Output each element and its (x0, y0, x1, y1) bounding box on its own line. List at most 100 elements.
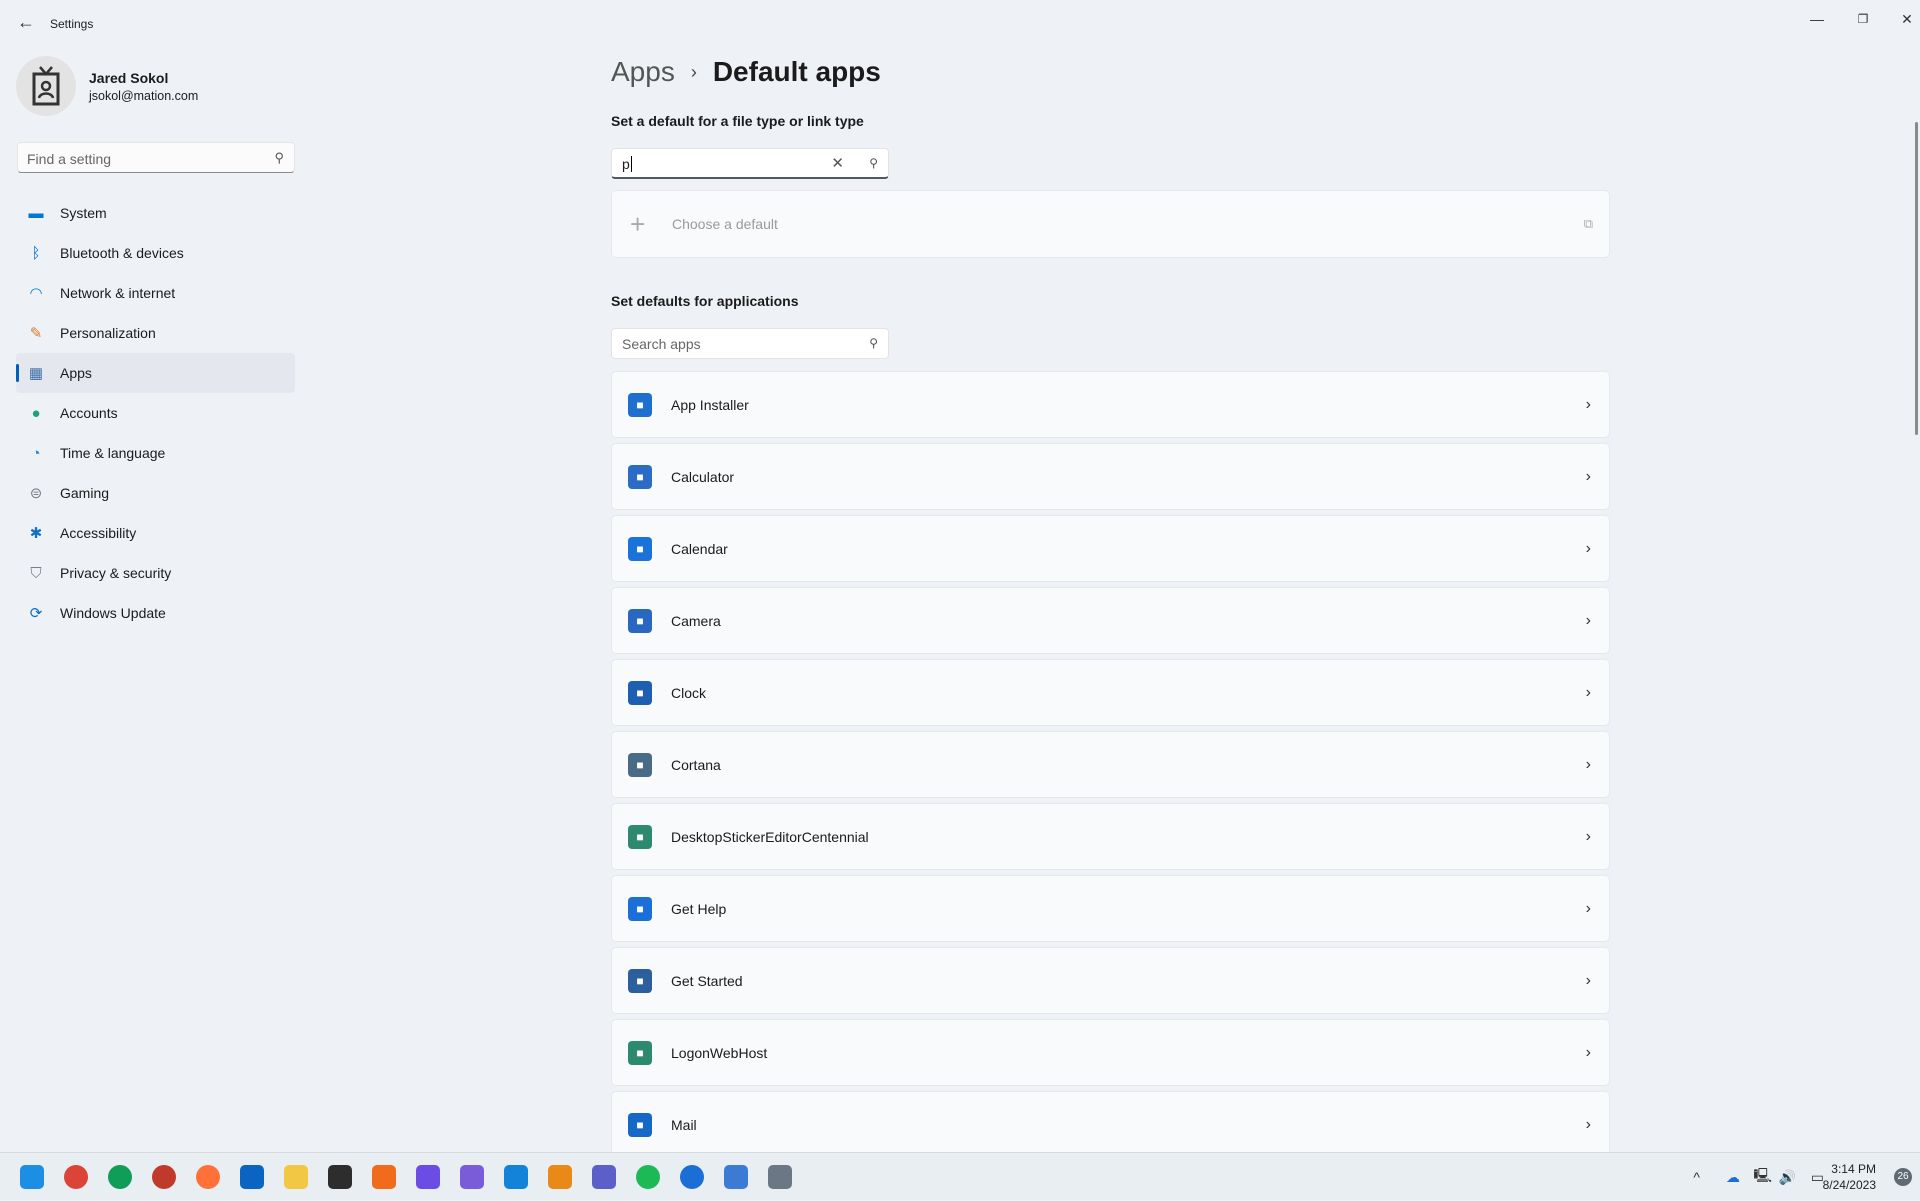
sidebar-item-windows-update[interactable]: ⟳Windows Update (16, 593, 295, 633)
plus-icon: + (630, 209, 660, 240)
choose-default-card[interactable]: + Choose a default ⧉ (611, 190, 1610, 258)
taskbar-remote-desktop-icon[interactable] (504, 1165, 528, 1189)
shield-icon: ⛉ (26, 563, 46, 583)
taskbar-chrome-profile-j-icon[interactable] (108, 1165, 132, 1189)
sidebar-item-label: Network & internet (60, 285, 175, 301)
app-icon: ■ (628, 897, 652, 921)
taskbar-app-purple-icon[interactable] (416, 1165, 440, 1189)
app-icon: ■ (628, 1041, 652, 1065)
search-icon: ⚲ (869, 336, 878, 350)
app-name: Get Help (671, 901, 726, 917)
chevron-right-icon: › (1586, 540, 1591, 558)
sidebar-item-privacy-security[interactable]: ⛉ Privacy & security (16, 553, 295, 593)
sidebar-item-accessibility[interactable]: ✱Accessibility (16, 513, 295, 553)
taskbar-file-explorer-icon[interactable] (284, 1165, 308, 1189)
app-row[interactable]: ■ LogonWebHost › (611, 1019, 1610, 1086)
app-row[interactable]: ■ Mail › (611, 1091, 1610, 1158)
sidebar-item-label: System (60, 205, 107, 221)
app-name: App Installer (671, 397, 749, 413)
accessibility-icon: ✱ (26, 523, 46, 543)
app-row[interactable]: ■Camera› (611, 587, 1610, 654)
app-row[interactable]: ■Get Started› (611, 947, 1610, 1014)
sidebar-item-accounts[interactable]: ●Accounts (16, 393, 295, 433)
sidebar-item-network-internet[interactable]: ◠Network & internet (16, 273, 295, 313)
sidebar-item-personalization[interactable]: ✎Personalization (16, 313, 295, 353)
back-button[interactable]: ← (14, 12, 38, 36)
chevron-right-icon: › (1586, 684, 1591, 702)
taskbar-1password-icon[interactable] (680, 1165, 704, 1189)
app-name: Mail (671, 1117, 697, 1133)
taskbar-terminal-icon[interactable] (328, 1165, 352, 1189)
sidebar-item-label: Personalization (60, 325, 156, 341)
sidebar-item-bluetooth-devices[interactable]: ᛒBluetooth & devices (16, 233, 295, 273)
notification-badge[interactable]: 26 (1894, 1168, 1912, 1186)
breadcrumb-apps[interactable]: Apps (611, 56, 675, 88)
sidebar-item-label: Time & language (60, 445, 165, 461)
app-row[interactable]: ■Clock› (611, 659, 1610, 726)
taskbar-app-orange-icon[interactable] (372, 1165, 396, 1189)
taskbar-chrome-profile-2-icon[interactable] (152, 1165, 176, 1189)
sidebar-item-apps[interactable]: ▦ Apps (16, 353, 295, 393)
apps-icon: ▦ (26, 363, 46, 383)
onedrive-icon[interactable]: ☁ (1726, 1153, 1740, 1201)
app-name: DesktopStickerEditorCentennial (671, 829, 869, 845)
chevron-right-icon: › (1586, 396, 1591, 414)
taskbar-outlook-icon[interactable] (240, 1165, 264, 1189)
taskbar-obsidian-icon[interactable] (460, 1165, 484, 1189)
app-row[interactable]: ■Cortana› (611, 731, 1610, 798)
filetype-search-value: p (622, 156, 630, 172)
filetype-search-input[interactable]: p ✕ ⚲ (611, 148, 889, 179)
find-setting-input[interactable]: Find a setting ⚲ (17, 142, 295, 173)
chevron-right-icon: › (1586, 468, 1591, 486)
chevron-right-icon: › (1586, 612, 1591, 630)
app-icon: ■ (628, 681, 652, 705)
search-icon: ⚲ (869, 156, 878, 170)
restore-button[interactable]: ❐ (1840, 4, 1886, 34)
taskbar-settings-icon[interactable] (768, 1165, 792, 1189)
taskbar-app-u-icon[interactable] (548, 1165, 572, 1189)
app-name: Calculator (671, 469, 734, 485)
sidebar-item-gaming[interactable]: ⊜ Gaming (16, 473, 295, 513)
app-icon: ■ (628, 753, 652, 777)
clear-icon[interactable]: ✕ (831, 154, 844, 172)
taskbar-chrome-icon[interactable] (64, 1165, 88, 1189)
chevron-right-icon: › (1586, 1044, 1591, 1062)
breadcrumb: Apps › Default apps (611, 56, 881, 88)
app-row[interactable]: ■Calculator› (611, 443, 1610, 510)
filetype-heading: Set a default for a file type or link ty… (611, 113, 864, 129)
clock-globe-icon: ◔ (26, 443, 46, 463)
sidebar-item-label: Privacy & security (60, 565, 171, 581)
app-row[interactable]: ■Calendar› (611, 515, 1610, 582)
sidebar-item-label: Gaming (60, 485, 109, 501)
taskbar-firefox-icon[interactable] (196, 1165, 220, 1189)
app-row[interactable]: ■DesktopStickerEditorCentennial› (611, 803, 1610, 870)
accounts-icon: ● (26, 403, 46, 423)
network-icon[interactable]: 🖳 (1753, 1153, 1772, 1201)
close-button[interactable]: ✕ (1884, 4, 1920, 34)
sidebar-nav: ▬SystemᛒBluetooth & devices◠Network & in… (16, 193, 295, 633)
app-icon: ■ (628, 1113, 652, 1137)
search-apps-input[interactable]: Search apps ⚲ (611, 328, 889, 359)
sidebar-item-label: Apps (60, 365, 92, 381)
chevron-right-icon: › (1586, 1116, 1591, 1134)
minimize-button[interactable]: — (1794, 4, 1840, 34)
sidebar-item-system[interactable]: ▬System (16, 193, 295, 233)
taskbar-start-icon[interactable] (20, 1165, 44, 1189)
app-row[interactable]: ■Get Help› (611, 875, 1610, 942)
tray-chevron[interactable]: ^ (1693, 1153, 1700, 1201)
taskbar-teams-icon[interactable] (592, 1165, 616, 1189)
badge-icon (31, 66, 61, 106)
taskbar: ^ ☁ 🖳 🔊 ▭ 3:14 PM 8/24/2023 26 (0, 1152, 1920, 1200)
sidebar-item-time-language[interactable]: ◔ Time & language (16, 433, 295, 473)
page-title: Default apps (713, 56, 881, 88)
taskbar-app-window-icon[interactable] (724, 1165, 748, 1189)
app-row[interactable]: ■App Installer› (611, 371, 1610, 438)
gamepad-icon: ⊜ (26, 483, 46, 503)
app-icon: ■ (628, 609, 652, 633)
user-profile[interactable]: Jared Sokol jsokol@mation.com (16, 56, 198, 116)
taskbar-spotify-icon[interactable] (636, 1165, 660, 1189)
app-name: LogonWebHost (671, 1045, 767, 1061)
scrollbar[interactable] (1915, 122, 1918, 435)
clock[interactable]: 3:14 PM 8/24/2023 (1823, 1161, 1876, 1193)
volume-icon[interactable]: 🔊 (1779, 1153, 1796, 1201)
